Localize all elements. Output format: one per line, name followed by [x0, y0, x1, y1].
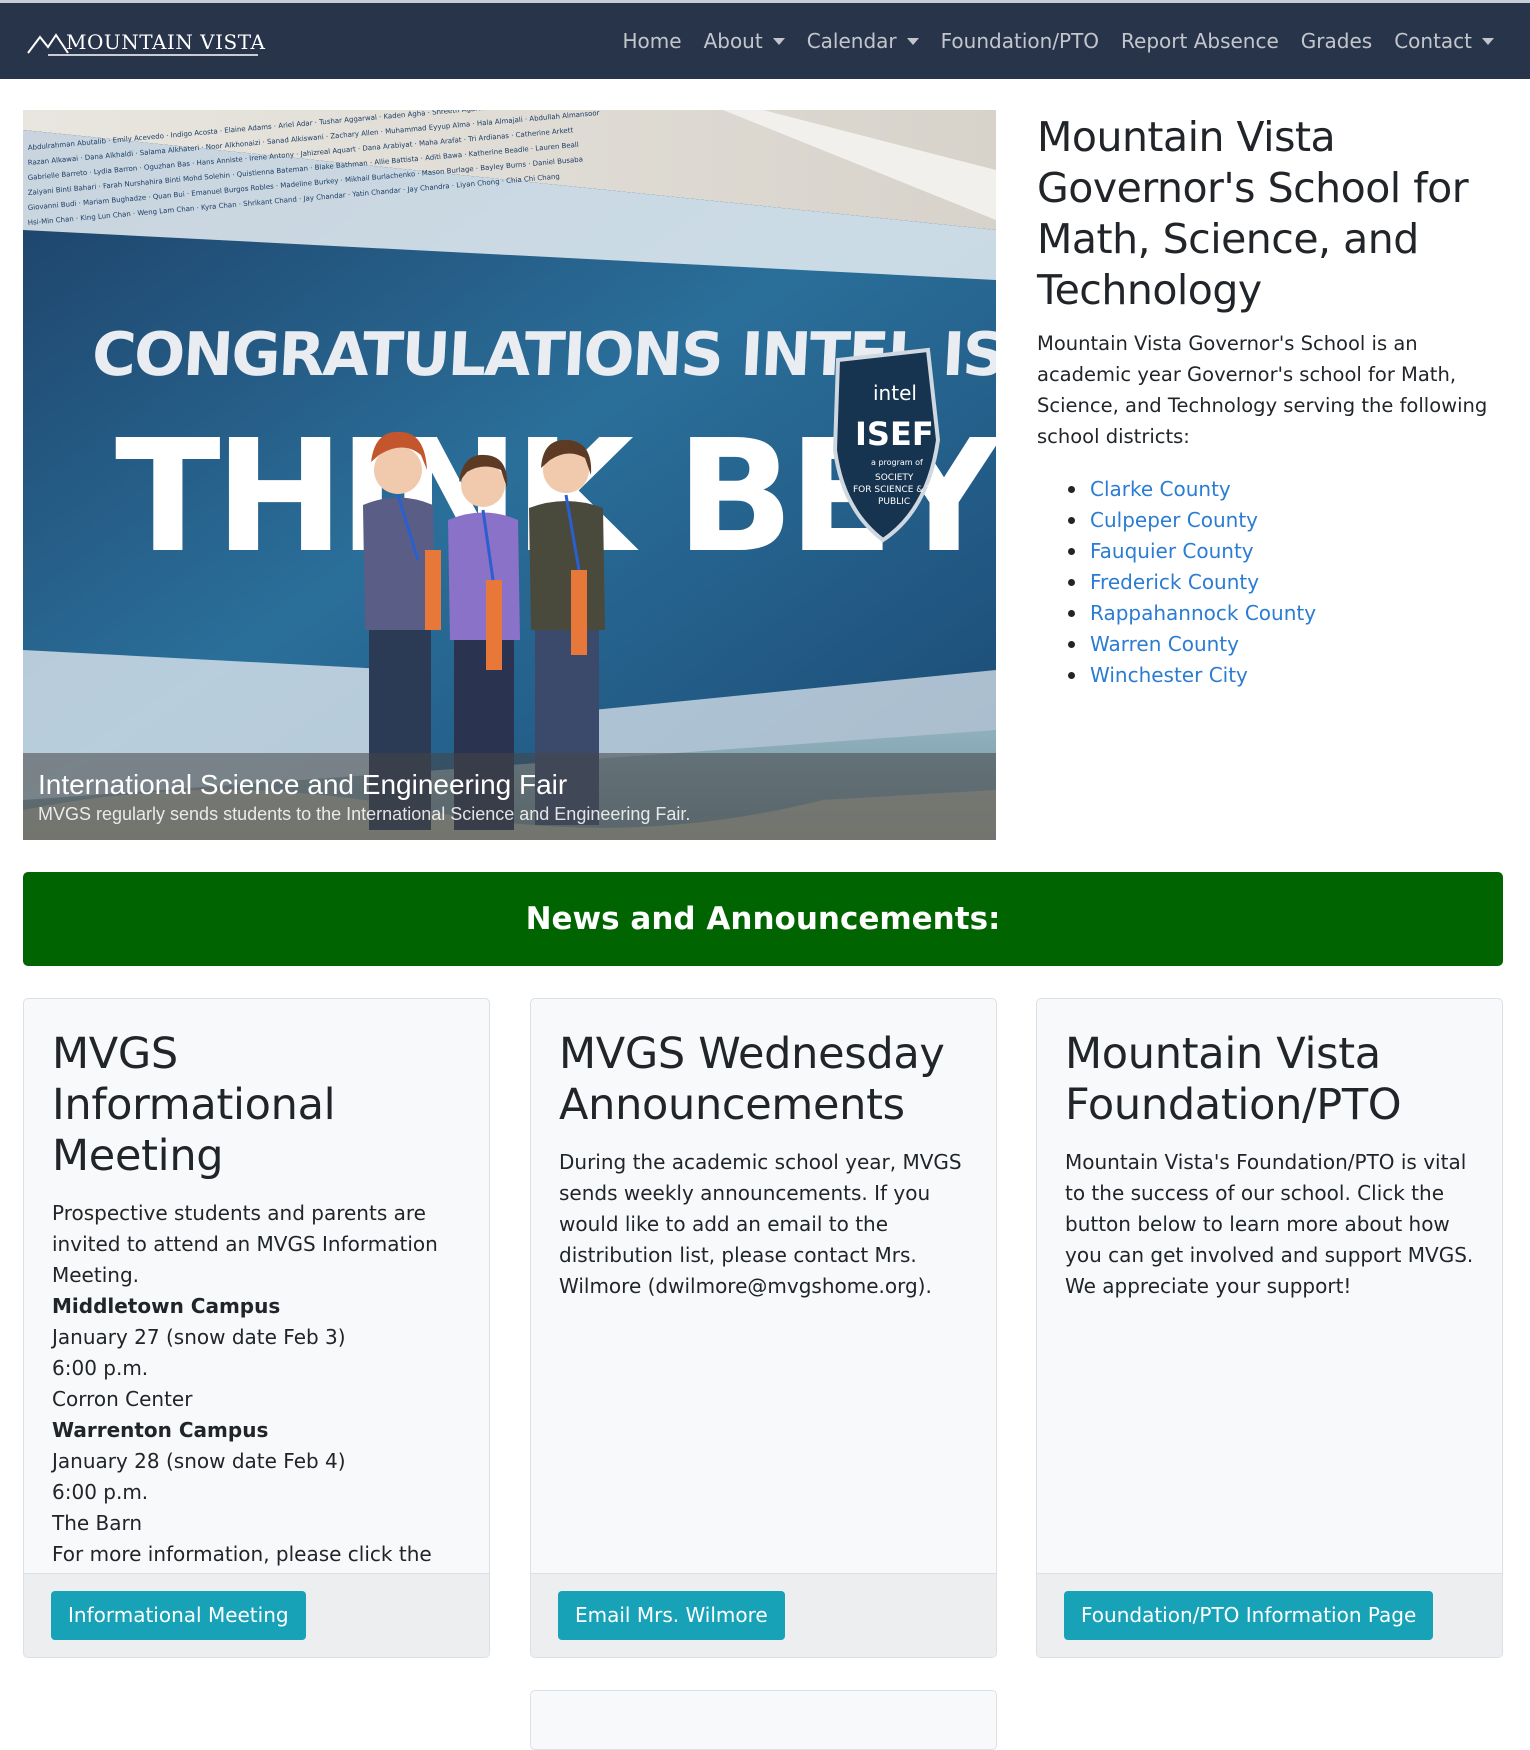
email-wilmore-button[interactable]: Email Mrs. Wilmore — [558, 1591, 785, 1640]
card-body: MVGS Wednesday Announcements During the … — [531, 999, 996, 1575]
district-list-item: Culpeper County — [1068, 505, 1507, 536]
nav-link-label: Foundation/PTO — [940, 29, 1100, 53]
district-list-item: Clarke County — [1068, 474, 1507, 505]
nav-link-foundation-pto[interactable]: Foundation/PTO — [941, 29, 1099, 53]
caret-down-icon — [772, 37, 785, 45]
caret-down-icon — [906, 37, 919, 45]
isef-photo: Abdulrahman Abutalib · Emily Acevedo · I… — [23, 110, 996, 840]
top-navbar: MOUNTAIN VISTA Home About Calendar Foundati… — [0, 0, 1530, 79]
page-title: Mountain Vista Governor's School for Mat… — [1037, 113, 1469, 314]
nav-link-contact[interactable]: Contact — [1394, 29, 1494, 53]
card-footer: Email Mrs. Wilmore — [531, 1573, 996, 1657]
nav-link-grades[interactable]: Grades — [1301, 29, 1372, 53]
nav-link-label: Home — [622, 29, 682, 53]
news-announcements-bar: News and Announcements: — [23, 872, 1503, 966]
district-link[interactable]: Fauquier County — [1090, 539, 1254, 563]
district-list-item: Frederick County — [1068, 567, 1507, 598]
card-informational-meeting: MVGS Informational Meeting Prospective s… — [23, 998, 490, 1658]
badge-sub4: PUBLIC — [878, 497, 910, 507]
district-list-item: Warren County — [1068, 629, 1507, 660]
card-body: Mountain Vista Foundation/PTO Mountain V… — [1037, 999, 1502, 1575]
card-text: Mountain Vista's Foundation/PTO is vital… — [1065, 1147, 1474, 1302]
nav-link-label: About — [703, 29, 763, 53]
caption-title: International Science and Engineering Fa… — [38, 769, 568, 800]
card-text: During the academic school year, MVGS se… — [559, 1147, 968, 1302]
badge-sub1: a program of — [871, 458, 923, 467]
card-line: During the academic school year, MVGS se… — [559, 1150, 962, 1298]
district-list-item: Rappahannock County — [1068, 598, 1507, 629]
district-link[interactable]: Culpeper County — [1090, 508, 1258, 532]
card-partial — [530, 1690, 997, 1750]
intro-section: Mountain Vista Governor's School for Mat… — [1037, 112, 1507, 691]
logo-text-1: MOUNTAIN VISTA — [66, 30, 265, 54]
nav-link-about[interactable]: About — [704, 29, 785, 53]
district-link[interactable]: Rappahannock County — [1090, 601, 1316, 625]
card-line: Corron Center — [52, 1387, 193, 1411]
district-link[interactable]: Warren County — [1090, 632, 1239, 656]
badge-sub2: SOCIETY — [875, 473, 914, 483]
district-link[interactable]: Winchester City — [1090, 663, 1248, 687]
card-line: Mountain Vista's Foundation/PTO is vital… — [1065, 1150, 1474, 1298]
district-link[interactable]: Clarke County — [1090, 477, 1231, 501]
card-body: MVGS Informational Meeting Prospective s… — [24, 999, 489, 1597]
card-title: MVGS Wednesday Announcements — [559, 1029, 945, 1130]
card-line: January 28 (snow date Feb 4) — [52, 1449, 346, 1473]
nav-menu: Home About Calendar Foundation/PTO Report Ab… — [601, 3, 1494, 79]
card-footer: Informational Meeting — [24, 1573, 489, 1657]
district-list: Clarke County Culpeper County Fauquier Cou… — [1037, 474, 1507, 691]
card-line: 6:00 p.m. — [52, 1480, 149, 1504]
badge-intel: intel — [873, 381, 917, 405]
badge-sub3: FOR SCIENCE & THE — [853, 485, 944, 495]
card-line: Prospective students and parents are inv… — [52, 1201, 438, 1287]
card-line: The Barn — [52, 1511, 143, 1535]
district-list-item: Fauquier County — [1068, 536, 1507, 567]
foundation-pto-button[interactable]: Foundation/PTO Information Page — [1064, 1591, 1434, 1640]
nav-link-home[interactable]: Home — [623, 29, 682, 53]
card-footer: Foundation/PTO Information Page — [1037, 1573, 1502, 1657]
badge-isef: ISEF — [855, 415, 934, 453]
card-wednesday-announcements: MVGS Wednesday Announcements During the … — [530, 998, 997, 1658]
intro-description: Mountain Vista Governor's School is an a… — [1037, 332, 1488, 448]
logo-mark: MOUNTAIN VISTA — [27, 30, 265, 56]
card-foundation-pto: Mountain Vista Foundation/PTO Mountain V… — [1036, 998, 1503, 1658]
card-text: Prospective students and parents are inv… — [52, 1198, 461, 1601]
hero-carousel[interactable]: Abdulrahman Abutalib · Emily Acevedo · I… — [23, 110, 996, 840]
card-line: 6:00 p.m. — [52, 1356, 149, 1380]
card-title: Mountain Vista Foundation/PTO — [1065, 1029, 1402, 1130]
caption-text: MVGS regularly sends students to the Int… — [38, 804, 691, 824]
nav-link-label: Calendar — [806, 29, 897, 53]
carousel-caption: International Science and Engineering Fa… — [23, 753, 996, 840]
card-subheading: Warrenton Campus — [52, 1418, 269, 1442]
nav-link-label: Report Absence — [1121, 29, 1279, 53]
nav-link-label: Contact — [1394, 29, 1472, 53]
caret-down-icon — [1482, 37, 1494, 45]
mountain-vista-logo[interactable]: MOUNTAIN VISTA — [26, 25, 266, 67]
informational-meeting-button[interactable]: Informational Meeting — [51, 1591, 306, 1640]
district-link[interactable]: Frederick County — [1090, 570, 1259, 594]
district-list-item: Winchester City — [1068, 660, 1507, 691]
news-heading: News and Announcements: — [525, 901, 1001, 937]
nav-link-report-absence[interactable]: Report Absence — [1121, 29, 1279, 53]
nav-link-calendar[interactable]: Calendar — [807, 29, 919, 53]
card-line: January 27 (snow date Feb 3) — [52, 1325, 346, 1349]
card-title: MVGS Informational Meeting — [52, 1029, 336, 1181]
nav-link-label: Grades — [1300, 29, 1373, 53]
card-subheading: Middletown Campus — [52, 1294, 281, 1318]
